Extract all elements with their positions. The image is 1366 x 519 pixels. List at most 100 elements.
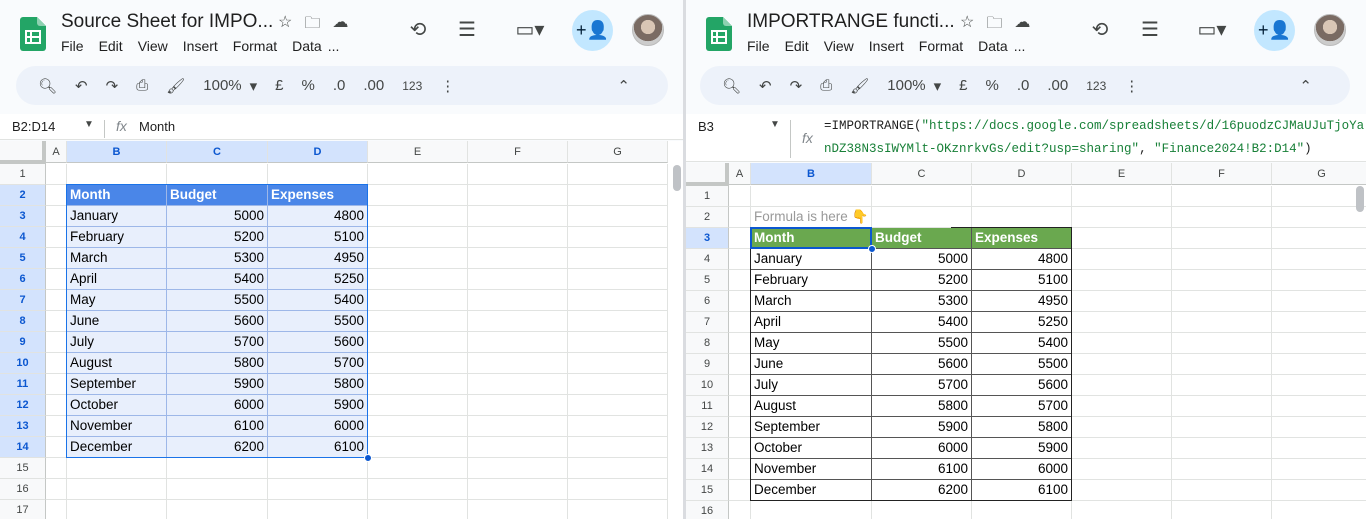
grid-cell[interactable] bbox=[1172, 333, 1272, 354]
cell-budget[interactable]: 5600 bbox=[167, 311, 268, 332]
grid-cell[interactable] bbox=[468, 437, 568, 458]
grid-cell[interactable] bbox=[167, 500, 268, 519]
grid-cell[interactable] bbox=[1272, 438, 1366, 459]
cell-expenses[interactable]: 5500 bbox=[972, 354, 1072, 375]
grid-cell[interactable] bbox=[468, 332, 568, 353]
grid-cell[interactable] bbox=[1172, 480, 1272, 501]
star-icon[interactable]: ☆ bbox=[960, 12, 974, 39]
row-header-2[interactable]: 2 bbox=[686, 207, 729, 228]
grid-cell[interactable] bbox=[368, 353, 468, 374]
grid-cell[interactable] bbox=[568, 458, 668, 479]
row-header-11[interactable]: 11 bbox=[686, 396, 729, 417]
row-header-12[interactable]: 12 bbox=[0, 395, 46, 416]
cell-month[interactable]: October bbox=[751, 438, 872, 459]
cell-budget[interactable]: 5300 bbox=[872, 291, 972, 312]
row-header-14[interactable]: 14 bbox=[686, 459, 729, 480]
menu-file[interactable]: File bbox=[747, 38, 770, 54]
menu-insert[interactable]: Insert bbox=[183, 38, 218, 54]
cell-month[interactable]: July bbox=[751, 375, 872, 396]
grid-cell[interactable] bbox=[1172, 417, 1272, 438]
cell-budget[interactable]: 5900 bbox=[167, 374, 268, 395]
select-all-corner[interactable] bbox=[686, 163, 729, 186]
search-menus-icon[interactable]: 🔍︎ bbox=[38, 77, 57, 95]
grid-cell[interactable] bbox=[46, 395, 67, 416]
grid-cell[interactable] bbox=[729, 207, 751, 228]
grid-cell[interactable] bbox=[468, 290, 568, 311]
formula-input[interactable]: Month bbox=[139, 119, 175, 134]
currency-format-button[interactable]: £ bbox=[959, 77, 967, 94]
cell-budget[interactable]: 5000 bbox=[167, 206, 268, 227]
table-header-budget[interactable]: Budget bbox=[872, 228, 972, 249]
cell-month[interactable]: February bbox=[67, 227, 167, 248]
grid-cell[interactable] bbox=[46, 248, 67, 269]
grid-cell[interactable] bbox=[751, 501, 872, 519]
grid-cell[interactable] bbox=[67, 500, 167, 519]
row-header-9[interactable]: 9 bbox=[0, 332, 46, 353]
print-icon[interactable]: ⎙ bbox=[820, 77, 832, 94]
search-menus-icon[interactable]: 🔍︎ bbox=[722, 77, 741, 95]
grid-cell[interactable] bbox=[568, 374, 668, 395]
grid-cell[interactable] bbox=[729, 270, 751, 291]
grid-cell[interactable] bbox=[46, 290, 67, 311]
grid-cell[interactable] bbox=[972, 501, 1072, 519]
grid-cell[interactable] bbox=[368, 479, 468, 500]
decrease-decimal-button[interactable]: .0 bbox=[1017, 77, 1030, 94]
grid-cell[interactable] bbox=[468, 227, 568, 248]
grid-cell[interactable] bbox=[729, 312, 751, 333]
cell-expenses[interactable]: 5700 bbox=[972, 396, 1072, 417]
increase-decimal-button[interactable]: .00 bbox=[363, 77, 384, 94]
grid-cell[interactable] bbox=[568, 311, 668, 332]
grid-cell[interactable] bbox=[268, 479, 368, 500]
table-header-budget[interactable]: Budget bbox=[167, 185, 268, 206]
cell-expenses[interactable]: 5100 bbox=[972, 270, 1072, 291]
grid-cell[interactable] bbox=[468, 416, 568, 437]
cell-month[interactable]: April bbox=[751, 312, 872, 333]
zoom-caret-icon[interactable]: ▾ bbox=[934, 77, 942, 95]
cell-budget[interactable]: 5400 bbox=[872, 312, 972, 333]
grid-cell[interactable] bbox=[729, 501, 751, 519]
cell-budget[interactable]: 5900 bbox=[872, 417, 972, 438]
cell-expenses[interactable]: 6100 bbox=[268, 437, 368, 458]
paint-format-icon[interactable]: 🖌︎ bbox=[166, 77, 185, 95]
cell-expenses[interactable]: 5900 bbox=[972, 438, 1072, 459]
grid-cell[interactable] bbox=[368, 227, 468, 248]
cell-expenses[interactable]: 6000 bbox=[972, 459, 1072, 480]
grid-cell[interactable] bbox=[368, 185, 468, 206]
grid-cell[interactable] bbox=[729, 249, 751, 270]
row-header-8[interactable]: 8 bbox=[686, 333, 729, 354]
row-header-7[interactable]: 7 bbox=[0, 290, 46, 311]
grid-cell[interactable] bbox=[1072, 249, 1172, 270]
row-header-2[interactable]: 2 bbox=[0, 185, 46, 206]
cell-expenses[interactable]: 5700 bbox=[268, 353, 368, 374]
row-header-9[interactable]: 9 bbox=[686, 354, 729, 375]
grid-cell[interactable] bbox=[67, 479, 167, 500]
name-box-caret-icon[interactable]: ▼ bbox=[84, 119, 94, 130]
cell-month[interactable]: March bbox=[67, 248, 167, 269]
document-title[interactable]: Source Sheet for IMPO... bbox=[61, 11, 273, 33]
grid-cell[interactable] bbox=[1072, 375, 1172, 396]
grid-cell[interactable] bbox=[729, 396, 751, 417]
grid-cell[interactable] bbox=[1172, 459, 1272, 480]
percent-format-button[interactable]: % bbox=[302, 77, 315, 94]
cell-month[interactable]: December bbox=[67, 437, 167, 458]
cell-expenses[interactable]: 5100 bbox=[268, 227, 368, 248]
column-header-e[interactable]: E bbox=[368, 141, 468, 163]
row-header-3[interactable]: 3 bbox=[686, 228, 729, 249]
cell-expenses[interactable]: 5500 bbox=[268, 311, 368, 332]
grid-cell[interactable] bbox=[468, 395, 568, 416]
grid-cell[interactable] bbox=[1172, 228, 1272, 249]
menu-data[interactable]: Data bbox=[292, 38, 322, 54]
formula-input[interactable]: =IMPORTRANGE("https://docs.google.com/sp… bbox=[824, 115, 1366, 161]
row-header-14[interactable]: 14 bbox=[0, 437, 46, 458]
grid-cell[interactable] bbox=[1072, 417, 1172, 438]
cell-budget[interactable]: 6200 bbox=[872, 480, 972, 501]
grid-cell[interactable] bbox=[1172, 270, 1272, 291]
cell-month[interactable]: November bbox=[67, 416, 167, 437]
grid-cell[interactable] bbox=[67, 164, 167, 185]
grid-cell[interactable] bbox=[729, 480, 751, 501]
move-folder-icon[interactable]: 🗀 bbox=[304, 12, 320, 39]
grid-cell[interactable] bbox=[46, 269, 67, 290]
grid-cell[interactable] bbox=[1272, 354, 1366, 375]
menu-format[interactable]: Format bbox=[919, 38, 963, 54]
grid-cell[interactable] bbox=[368, 269, 468, 290]
